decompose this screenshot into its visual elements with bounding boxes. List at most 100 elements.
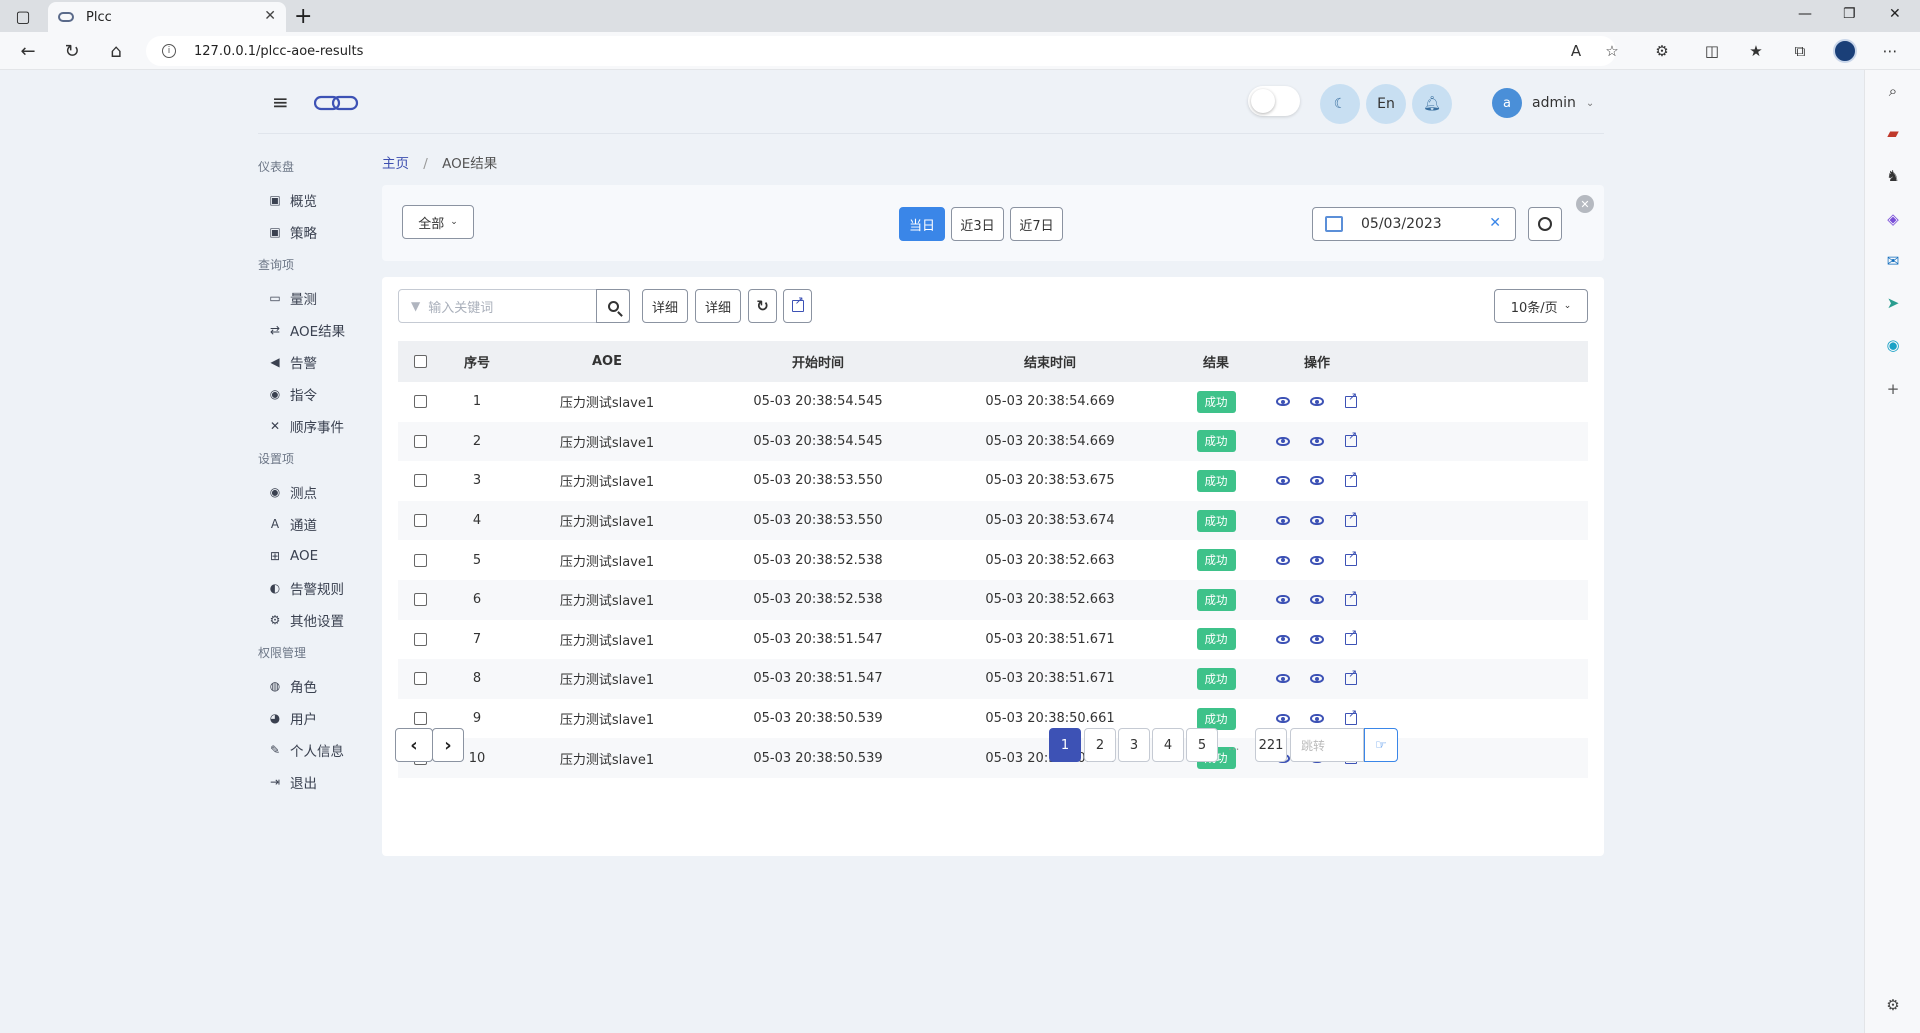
row-checkbox[interactable] [398,501,442,541]
tab-close-icon[interactable]: ✕ [264,8,276,24]
menu-item[interactable]: ✎ 个人信息 [258,734,378,766]
detail-button-2[interactable]: 详细 [695,289,741,323]
menu-toggle-icon[interactable]: ≡ [272,90,289,114]
menu-item[interactable]: ⚙ 其他设置 [258,604,378,636]
split-screen-icon[interactable]: ◫ [1702,41,1722,61]
clear-date-icon[interactable]: ✕ [1489,215,1501,231]
tools-icon[interactable]: ➤ [1882,292,1904,314]
scope-dropdown[interactable]: 全部 ⌄ [402,205,474,239]
view-detail-icon[interactable] [1300,580,1334,620]
page-size-dropdown[interactable]: 10条/页 ⌄ [1494,289,1588,323]
new-tab-icon[interactable]: + [294,4,312,29]
open-external-icon[interactable] [1334,620,1368,660]
view-detail-icon[interactable] [1300,501,1334,541]
outlook-icon[interactable]: ✉ [1882,250,1904,272]
extensions-icon[interactable]: ⚙ [1652,41,1672,61]
view-icon[interactable] [1266,659,1300,699]
select-all-checkbox[interactable] [398,341,442,382]
shopping-icon[interactable]: ▰ [1882,122,1904,144]
view-icon[interactable] [1266,461,1300,501]
row-checkbox[interactable] [398,461,442,501]
open-external-icon[interactable] [1334,501,1368,541]
row-checkbox[interactable] [398,580,442,620]
collections-icon[interactable]: ⧉ [1790,41,1810,61]
export-icon[interactable] [783,289,812,323]
menu-item[interactable]: A 通道 [258,508,378,540]
menu-item[interactable]: ▣ 概览 [258,184,378,216]
more-menu-icon[interactable]: ⋯ [1880,41,1900,61]
open-external-icon[interactable] [1334,382,1368,422]
menu-item[interactable]: ◍ 角色 [258,670,378,702]
view-detail-icon[interactable] [1300,461,1334,501]
page-number-button[interactable]: 5 [1186,728,1218,762]
search-button[interactable] [596,289,630,323]
view-icon[interactable] [1266,580,1300,620]
page-number-button[interactable]: 2 [1084,728,1116,762]
view-icon[interactable] [1266,501,1300,541]
view-icon[interactable] [1266,620,1300,660]
page-number-button[interactable]: 4 [1152,728,1184,762]
view-detail-icon[interactable] [1300,422,1334,462]
menu-item[interactable]: ▣ 策略 [258,216,378,248]
refresh-icon[interactable]: ↻ [748,289,777,323]
row-checkbox[interactable] [398,540,442,580]
menu-item[interactable]: ◉ 测点 [258,476,378,508]
view-icon[interactable] [1266,422,1300,462]
date-picker[interactable]: 05/03/2023 ✕ [1312,207,1516,241]
view-detail-icon[interactable] [1300,540,1334,580]
profile-avatar[interactable] [1833,39,1857,63]
row-checkbox[interactable] [398,382,442,422]
view-icon[interactable] [1266,382,1300,422]
add-favorite-icon[interactable]: ☆ [1602,41,1622,61]
today-button[interactable]: 当日 [899,207,945,241]
minimize-icon[interactable]: — [1798,6,1812,22]
view-detail-icon[interactable] [1300,659,1334,699]
last-7-days-button[interactable]: 近7日 [1010,207,1063,241]
row-checkbox[interactable] [398,659,442,699]
games-icon[interactable]: ♞ [1882,165,1904,187]
read-aloud-icon[interactable]: A [1566,41,1586,61]
last-page-button[interactable]: 221 [1255,728,1287,762]
favorites-icon[interactable]: ★ [1746,41,1766,61]
site-info-icon[interactable]: i [162,44,176,58]
view-icon[interactable] [1266,540,1300,580]
view-detail-icon[interactable] [1300,620,1334,660]
next-page-button[interactable]: › [432,728,464,762]
open-external-icon[interactable] [1334,659,1368,699]
breadcrumb-home[interactable]: 主页 [382,156,409,172]
row-checkbox[interactable] [398,620,442,660]
open-external-icon[interactable] [1334,580,1368,620]
back-icon[interactable]: ← [16,40,40,62]
add-sidebar-app-icon[interactable]: + [1882,378,1904,400]
page-jump-input[interactable]: 跳转 [1290,728,1364,762]
menu-item[interactable]: ◀ 告警 [258,346,378,378]
url-field[interactable]: i 127.0.0.1/plcc-aoe-results [146,36,1616,66]
theme-toggle-switch[interactable] [1248,86,1300,116]
refresh-icon[interactable]: ↻ [60,40,84,62]
last-3-days-button[interactable]: 近3日 [951,207,1004,241]
menu-item[interactable]: ⊞ AOE [258,540,378,572]
search-icon[interactable]: ⌕ [1882,80,1904,102]
user-menu[interactable]: a admin ⌄ [1492,88,1594,118]
page-jump-go-icon[interactable]: ☞ [1364,728,1398,762]
detail-button-1[interactable]: 详细 [642,289,688,323]
page-number-button[interactable]: 1 [1049,728,1081,762]
menu-item[interactable]: ✕ 顺序事件 [258,410,378,442]
menu-item[interactable]: ◕ 用户 [258,702,378,734]
window-close-icon[interactable]: ✕ [1889,6,1901,22]
language-button[interactable]: En [1366,84,1406,124]
prev-page-button[interactable]: ‹ [395,728,433,762]
sidebar-settings-icon[interactable]: ⚙ [1882,994,1904,1016]
menu-item[interactable]: ⇄ AOE结果 [258,314,378,346]
row-checkbox[interactable] [398,422,442,462]
open-external-icon[interactable] [1334,461,1368,501]
restore-icon[interactable]: ❐ [1843,6,1856,22]
tab-actions-icon[interactable]: ▢ [10,4,36,28]
open-external-icon[interactable] [1334,540,1368,580]
office-icon[interactable]: ◈ [1882,208,1904,230]
menu-item[interactable]: ◐ 告警规则 [258,572,378,604]
browser-tab[interactable]: Plcc ✕ [48,2,286,32]
page-number-button[interactable]: 3 [1118,728,1150,762]
home-icon[interactable]: ⌂ [104,40,128,62]
time-picker-button[interactable] [1528,207,1562,241]
